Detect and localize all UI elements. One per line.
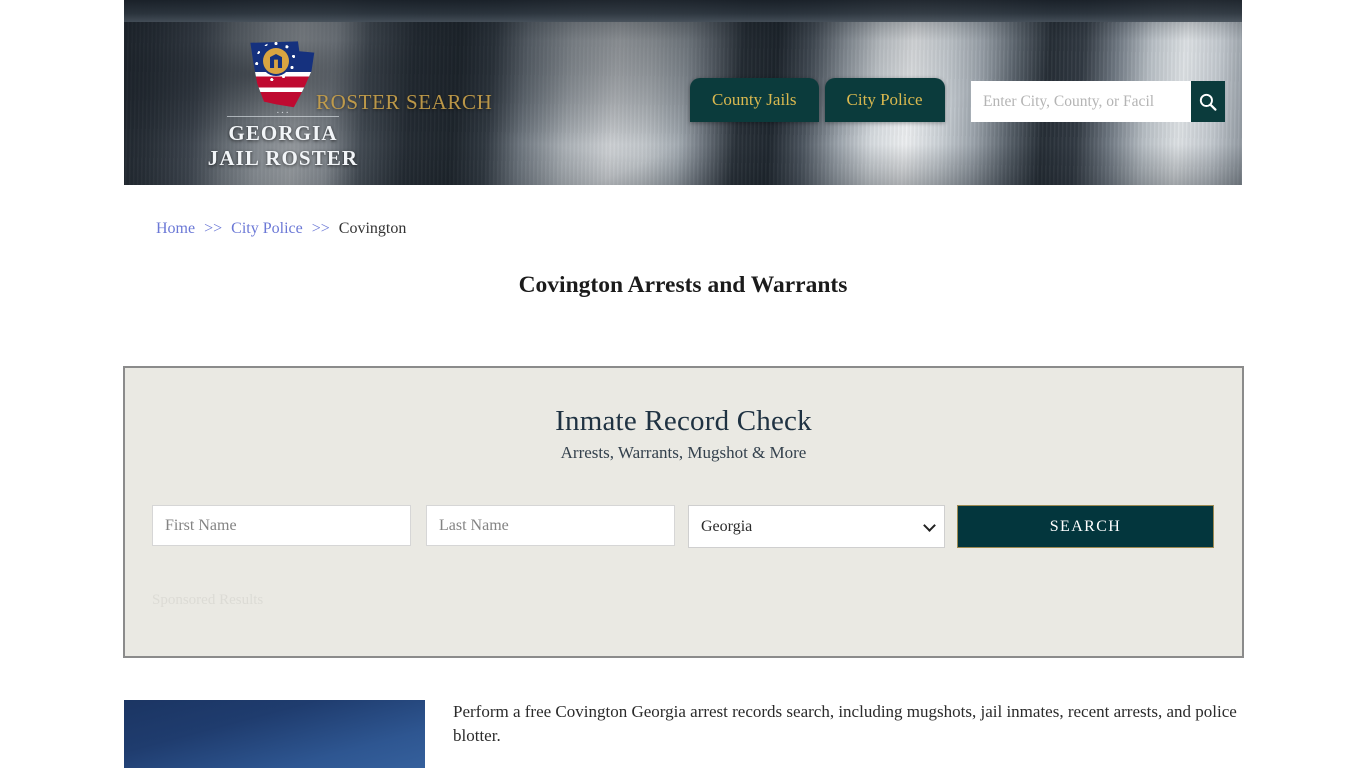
site-search-input[interactable] <box>971 81 1191 122</box>
inmate-search-button[interactable]: SEARCH <box>957 505 1214 548</box>
nav-city-police[interactable]: City Police <box>825 78 945 122</box>
sponsored-results-label: Sponsored Results <box>152 592 263 609</box>
article-thumbnail[interactable] <box>124 700 425 768</box>
breadcrumb-item-home[interactable]: Home <box>156 220 195 238</box>
site-search-button[interactable] <box>1191 81 1225 122</box>
last-name-input[interactable] <box>426 505 675 546</box>
state-select[interactable]: Georgia <box>688 505 945 548</box>
article-description: Perform a free Covington Georgia arrest … <box>453 700 1243 748</box>
nav-county-jails[interactable]: County Jails <box>690 78 819 122</box>
roster-search-watermark: ROSTER SEARCH <box>316 90 492 115</box>
breadcrumb: Home >> City Police >> Covington <box>156 220 406 238</box>
logo-line-1: GEORGIA <box>188 121 378 146</box>
page-title: Covington Arrests and Warrants <box>0 272 1366 299</box>
logo-divider <box>227 116 339 117</box>
breadcrumb-separator-2: >> <box>312 220 330 238</box>
header-search <box>971 81 1225 122</box>
state-select-wrapper: Georgia <box>688 505 945 548</box>
breadcrumb-item-city-police[interactable]: City Police <box>231 220 303 238</box>
first-name-input[interactable] <box>152 505 411 546</box>
inmate-search-form: Georgia SEARCH <box>152 505 1214 548</box>
inmate-record-check-panel: Inmate Record Check Arrests, Warrants, M… <box>123 366 1244 658</box>
georgia-state-flag-icon <box>249 40 317 110</box>
breadcrumb-separator-1: >> <box>204 220 222 238</box>
panel-subheading: Arrests, Warrants, Mugshot & More <box>125 443 1242 463</box>
breadcrumb-item-current: Covington <box>339 220 407 238</box>
logo-line-2: JAIL ROSTER <box>188 146 378 171</box>
header-nav: County Jails City Police <box>690 78 945 122</box>
site-header: GEORGIA JAIL ROSTER ROSTER SEARCH County… <box>124 0 1242 185</box>
panel-heading: Inmate Record Check <box>125 405 1242 438</box>
search-icon <box>1198 92 1218 112</box>
header-shelf-band <box>124 0 1242 22</box>
